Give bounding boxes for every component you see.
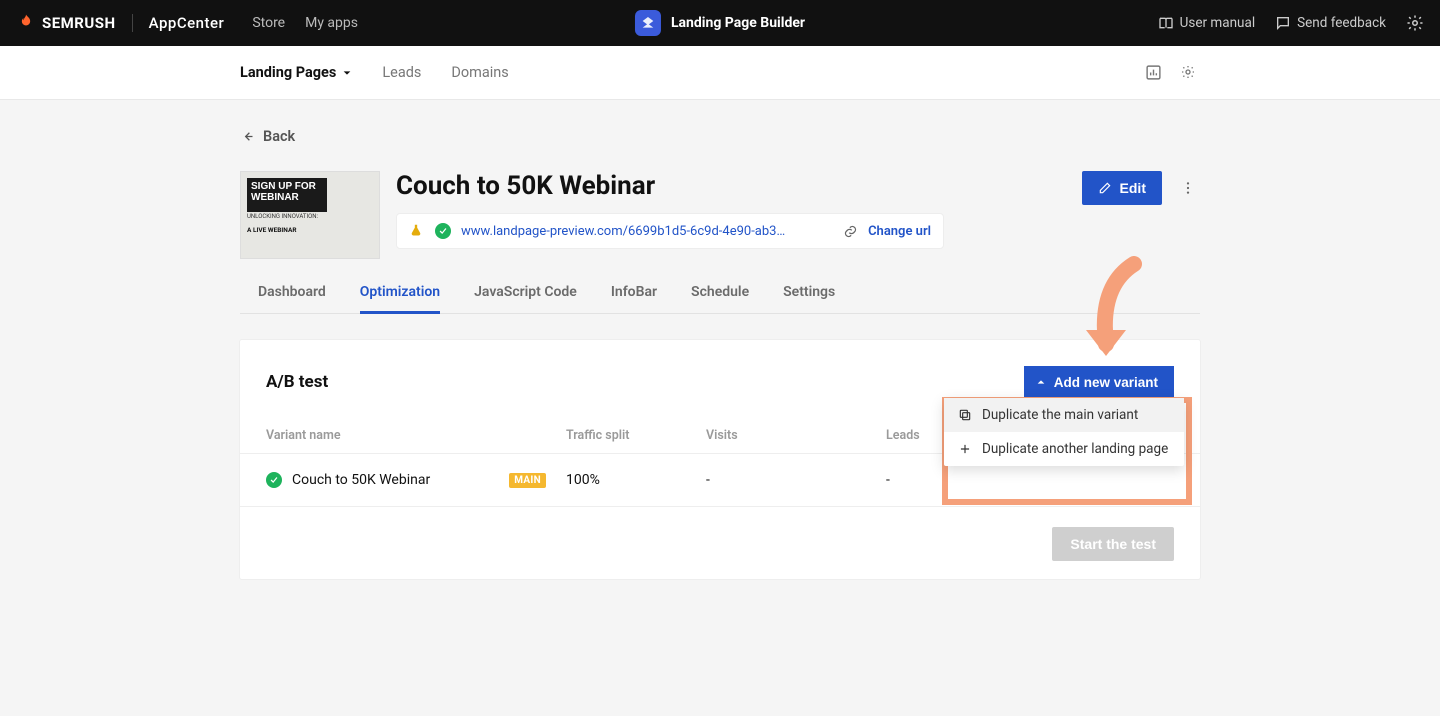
caret-up-icon: [1036, 377, 1046, 387]
top-bar: SEMRUSH AppCenter Store My apps Landing …: [0, 0, 1440, 46]
add-variant-dropdown: Duplicate the main variant Duplicate ano…: [944, 398, 1184, 466]
check-icon: [266, 472, 282, 488]
edit-button-label: Edit: [1120, 180, 1146, 196]
secondary-bar: Landing Pages Leads Domains: [0, 46, 1440, 100]
dropdown-duplicate-main-label: Duplicate the main variant: [982, 407, 1138, 423]
secbar-stats-button[interactable]: [1145, 64, 1162, 81]
send-feedback-label: Send feedback: [1297, 15, 1386, 31]
add-variant-button[interactable]: Add new variant: [1024, 366, 1174, 398]
gear-icon: [1180, 64, 1196, 80]
panel-heading: A/B test: [266, 372, 328, 392]
url-box: www.landpage-preview.com/6699b1d5-6c9d-4…: [396, 213, 944, 249]
page-header: SIGN UP FOR WEBINAR UNLOCKING INNOVATION…: [240, 171, 1200, 259]
semrush-flame-icon: [16, 13, 36, 33]
page: Back SIGN UP FOR WEBINAR UNLOCKING INNOV…: [240, 100, 1200, 619]
tab-optimization[interactable]: Optimization: [360, 273, 440, 314]
brand-main: SEMRUSH: [42, 14, 116, 32]
send-feedback-link[interactable]: Send feedback: [1275, 15, 1386, 31]
plus-icon: [958, 442, 972, 456]
page-thumbnail: SIGN UP FOR WEBINAR UNLOCKING INNOVATION…: [240, 171, 380, 259]
page-tabs: Dashboard Optimization JavaScript Code I…: [240, 273, 1200, 314]
app-title: Landing Page Builder: [671, 15, 805, 31]
col-variant-name: Variant name: [266, 428, 566, 443]
variant-name: Couch to 50K Webinar: [292, 472, 430, 488]
caret-down-icon: [342, 68, 352, 78]
bar-chart-icon: [1145, 64, 1162, 81]
change-url-link[interactable]: Change url: [868, 224, 931, 239]
back-label: Back: [263, 128, 295, 145]
start-test-button[interactable]: Start the test: [1052, 527, 1174, 561]
dropdown-duplicate-main[interactable]: Duplicate the main variant: [944, 398, 1184, 432]
col-traffic-split: Traffic split: [566, 428, 706, 443]
tab-infobar[interactable]: InfoBar: [611, 273, 657, 313]
tab-javascript-code[interactable]: JavaScript Code: [474, 273, 577, 313]
book-icon: [1158, 15, 1174, 31]
settings-gear[interactable]: [1406, 14, 1424, 32]
tab-settings[interactable]: Settings: [783, 273, 835, 313]
topnav-store[interactable]: Store: [252, 15, 285, 31]
flask-icon: [409, 223, 425, 239]
main-badge: MAIN: [509, 473, 546, 488]
link-icon: [843, 224, 858, 239]
copy-link-button[interactable]: [843, 224, 858, 239]
col-visits: Visits: [706, 428, 886, 443]
feedback-icon: [1275, 15, 1291, 31]
tab-dashboard[interactable]: Dashboard: [258, 273, 326, 313]
topnav-myapps[interactable]: My apps: [305, 15, 358, 31]
variant-visits: -: [706, 472, 886, 488]
brand-sub: AppCenter: [149, 14, 225, 32]
page-url[interactable]: www.landpage-preview.com/6699b1d5-6c9d-4…: [461, 224, 833, 239]
abtest-panel: A/B test Add new variant Duplicate the m…: [240, 340, 1200, 579]
gear-icon: [1406, 14, 1424, 32]
status-check-icon: [435, 223, 451, 239]
app-icon: [635, 10, 661, 36]
pencil-icon: [1098, 181, 1112, 195]
app-title-wrap: Landing Page Builder: [635, 10, 805, 36]
edit-button[interactable]: Edit: [1082, 171, 1162, 205]
dropdown-duplicate-other-label: Duplicate another landing page: [982, 441, 1168, 457]
top-nav: Store My apps: [252, 15, 358, 31]
dropdown-duplicate-other[interactable]: Duplicate another landing page: [944, 432, 1184, 466]
tab-schedule[interactable]: Schedule: [691, 273, 749, 313]
user-manual-link[interactable]: User manual: [1158, 15, 1256, 31]
secnav-landing-pages[interactable]: Landing Pages: [240, 64, 352, 81]
dots-vertical-icon: [1180, 180, 1196, 196]
topbar-right: User manual Send feedback: [1158, 14, 1424, 32]
brand-divider: [132, 14, 133, 32]
copy-icon: [958, 408, 972, 422]
page-title: Couch to 50K Webinar: [396, 171, 1066, 201]
secnav-domains[interactable]: Domains: [451, 64, 508, 81]
secnav-landing-pages-label: Landing Pages: [240, 64, 336, 81]
more-actions-button[interactable]: [1176, 176, 1200, 200]
variant-leads: -: [886, 472, 1066, 488]
variant-split: 100%: [566, 472, 706, 488]
secbar-settings-button[interactable]: [1180, 64, 1196, 81]
brand: SEMRUSH AppCenter: [16, 13, 224, 33]
secnav-leads[interactable]: Leads: [382, 64, 421, 81]
thumb-sub1: UNLOCKING INNOVATION:: [247, 214, 318, 220]
add-variant-label: Add new variant: [1054, 375, 1158, 390]
thumb-headline: SIGN UP FOR WEBINAR: [247, 178, 327, 212]
arrow-left-icon: [240, 129, 255, 144]
thumb-sub2: A LIVE WEBINAR: [247, 226, 297, 234]
back-link[interactable]: Back: [240, 128, 1200, 145]
user-manual-label: User manual: [1180, 15, 1256, 31]
